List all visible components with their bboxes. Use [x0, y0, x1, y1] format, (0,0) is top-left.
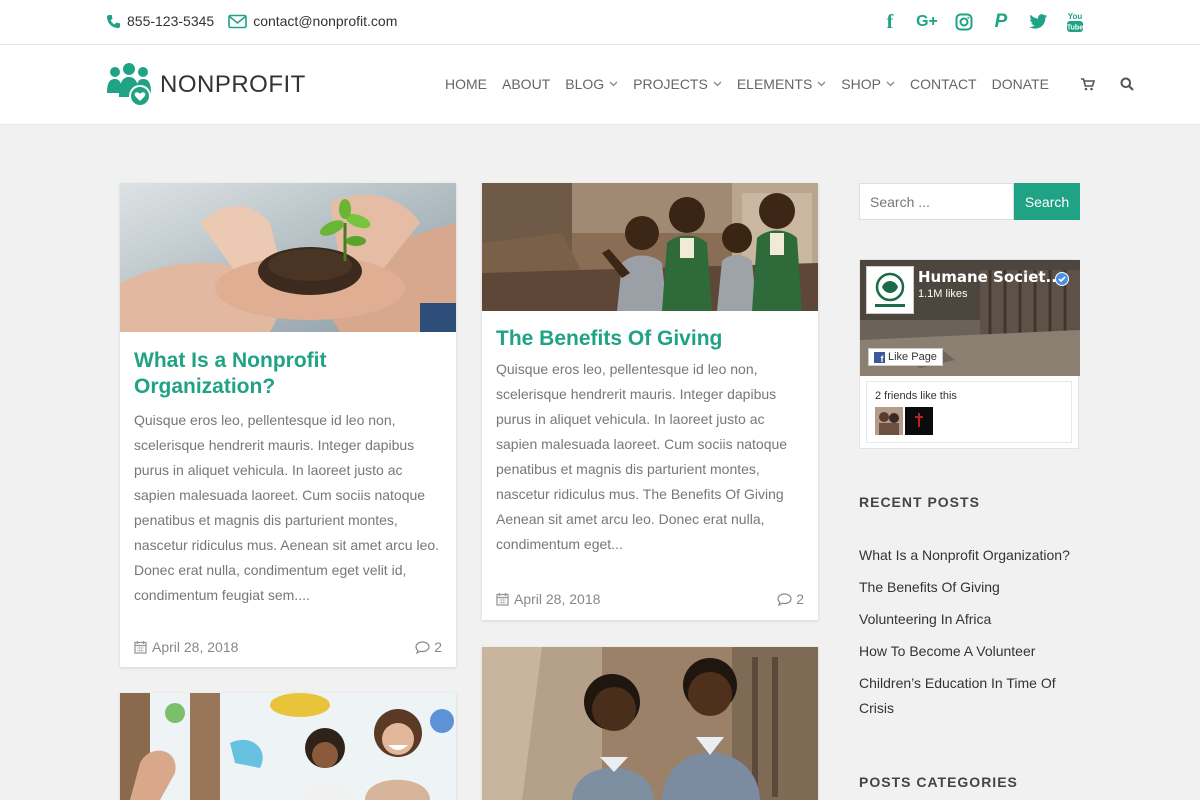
chevron-down-icon	[817, 81, 826, 87]
post-image-boys[interactable]	[482, 647, 818, 800]
post-title[interactable]: The Benefits Of Giving	[496, 326, 804, 352]
instagram-icon[interactable]	[953, 11, 975, 33]
nav-label: SHOP	[841, 76, 881, 92]
contact-info: 855-123-5345 contact@nonprofit.com	[106, 13, 411, 29]
recent-post-link[interactable]: Volunteering In Africa	[859, 607, 1079, 632]
chevron-down-icon	[609, 81, 618, 87]
logo-text: NONPROFIT	[160, 71, 306, 98]
comment-count: 2	[434, 639, 442, 655]
comment-icon	[777, 592, 792, 606]
post-body: What Is a Nonprofit Organization? Quisqu…	[120, 348, 456, 655]
chevron-down-icon	[886, 81, 895, 87]
search-widget: Search ... Search	[859, 183, 1080, 220]
search-submit-button[interactable]: Search	[1014, 183, 1080, 220]
cart-button[interactable]	[1080, 77, 1095, 91]
comment-icon	[415, 640, 430, 654]
youtube-icon[interactable]: You Tube	[1064, 11, 1086, 33]
svg-text:Tube: Tube	[1067, 25, 1083, 32]
logo-people-icon	[107, 63, 151, 107]
twitter-icon[interactable]	[1027, 11, 1049, 33]
post-categories-title: POSTS CATEGORIES	[859, 774, 1018, 790]
nav-label: ELEMENTS	[736, 76, 813, 92]
nav-item-shop[interactable]: SHOP	[841, 76, 895, 92]
post-meta: April 28, 2018 2	[496, 591, 804, 607]
recent-posts-list: What Is a Nonprofit Organization? The Be…	[859, 543, 1079, 728]
fb-page-name[interactable]: Humane Societ...	[918, 268, 1063, 286]
fb-like-page-button[interactable]: f Like Page	[868, 348, 943, 366]
nav-item-about[interactable]: ABOUT	[502, 76, 550, 92]
search-input[interactable]: Search ...	[859, 183, 1014, 220]
calendar-icon	[134, 641, 147, 654]
chevron-down-icon	[713, 81, 722, 87]
email-address: contact@nonprofit.com	[253, 13, 398, 29]
recent-post-link[interactable]: Children’s Education In Time Of Crisis	[859, 671, 1064, 721]
post-image-seedling[interactable]	[120, 183, 456, 332]
post-card: What Is a Nonprofit Organization? Quisqu…	[120, 183, 456, 667]
post-image-classroom[interactable]	[120, 693, 456, 800]
post-excerpt: Quisque eros leo, pellentesque id leo no…	[496, 361, 788, 552]
fb-cover-image[interactable]: Humane Societ... 1.1M likes f Like Page	[860, 260, 1080, 376]
facebook-icon[interactable]: f	[879, 11, 901, 33]
cart-icon	[1080, 77, 1095, 90]
recent-post-link[interactable]: What Is a Nonprofit Organization?	[859, 543, 1079, 568]
phone-icon	[106, 14, 121, 28]
fb-friend-avatar[interactable]	[905, 407, 933, 435]
nav-label: DONATE	[991, 76, 1049, 92]
main-nav: HOME ABOUT BLOG PROJECTS ELEMENTS SHOP C…	[445, 76, 1134, 92]
top-bar: 855-123-5345 contact@nonprofit.com f G+ …	[0, 0, 1200, 45]
google-plus-icon[interactable]: G+	[916, 11, 938, 33]
nav-item-contact[interactable]: CONTACT	[910, 76, 977, 92]
envelope-icon	[228, 14, 247, 28]
post-card: The Benefits Of Giving Quisque eros leo,…	[482, 183, 818, 620]
post-image-children[interactable]	[482, 183, 818, 311]
paypal-icon[interactable]: P	[990, 11, 1012, 33]
facebook-icon: f	[874, 351, 885, 363]
search-button[interactable]	[1120, 77, 1134, 91]
fb-likes-count: 1.1M likes	[918, 288, 968, 300]
phone-number: 855-123-5345	[127, 13, 215, 29]
email-item[interactable]: contact@nonprofit.com	[228, 13, 397, 29]
fb-friends-text: 2 friends like this	[875, 390, 957, 402]
post-meta: April 28, 2018 2	[134, 639, 442, 655]
recent-posts-title: RECENT POSTS	[859, 494, 980, 510]
post-comments[interactable]: 2	[415, 639, 442, 655]
post-title[interactable]: What Is a Nonprofit Organization?	[134, 348, 442, 400]
fb-friends-box: 2 friends like this	[866, 381, 1072, 443]
nav-label: BLOG	[565, 76, 605, 92]
nav-item-donate[interactable]: DONATE	[992, 76, 1049, 92]
nav-item-elements[interactable]: ELEMENTS	[737, 76, 826, 92]
phone-item[interactable]: 855-123-5345	[106, 13, 214, 29]
nav-label: ABOUT	[502, 76, 551, 92]
post-card	[120, 693, 456, 800]
post-date[interactable]: April 28, 2018	[134, 639, 238, 655]
facebook-page-widget: Humane Societ... 1.1M likes f Like Page …	[859, 259, 1080, 449]
recent-post-link[interactable]: How To Become A Volunteer	[859, 639, 1079, 664]
nav-label: HOME	[445, 76, 487, 92]
recent-post-link[interactable]: The Benefits Of Giving	[859, 575, 1079, 600]
search-icon	[1120, 77, 1134, 91]
nav-item-home[interactable]: HOME	[445, 76, 487, 92]
verified-icon	[1055, 272, 1069, 286]
post-date-text: April 28, 2018	[152, 639, 239, 655]
main-header: NONPROFIT HOME ABOUT BLOG PROJECTS ELEME…	[0, 45, 1200, 125]
nav-item-blog[interactable]: BLOG	[565, 76, 618, 92]
post-card	[482, 647, 818, 800]
post-body: The Benefits Of Giving Quisque eros leo,…	[482, 326, 818, 607]
site-logo[interactable]: NONPROFIT	[106, 63, 306, 107]
nav-item-projects[interactable]: PROJECTS	[633, 76, 722, 92]
nav-label: PROJECTS	[633, 76, 708, 92]
svg-text:You: You	[1068, 12, 1083, 21]
post-date[interactable]: April 28, 2018	[496, 591, 600, 607]
comment-count: 2	[796, 591, 804, 607]
fb-page-avatar	[866, 266, 914, 314]
post-comments[interactable]: 2	[777, 591, 804, 607]
fb-friend-avatar[interactable]	[875, 407, 903, 435]
post-date-text: April 28, 2018	[514, 591, 601, 607]
post-excerpt: Quisque eros leo, pellentesque id leo no…	[134, 412, 440, 603]
fb-like-label: Like Page	[888, 351, 937, 363]
nav-label: CONTACT	[909, 76, 977, 92]
calendar-icon	[496, 593, 509, 606]
social-links: f G+ P You Tube	[864, 11, 1086, 33]
